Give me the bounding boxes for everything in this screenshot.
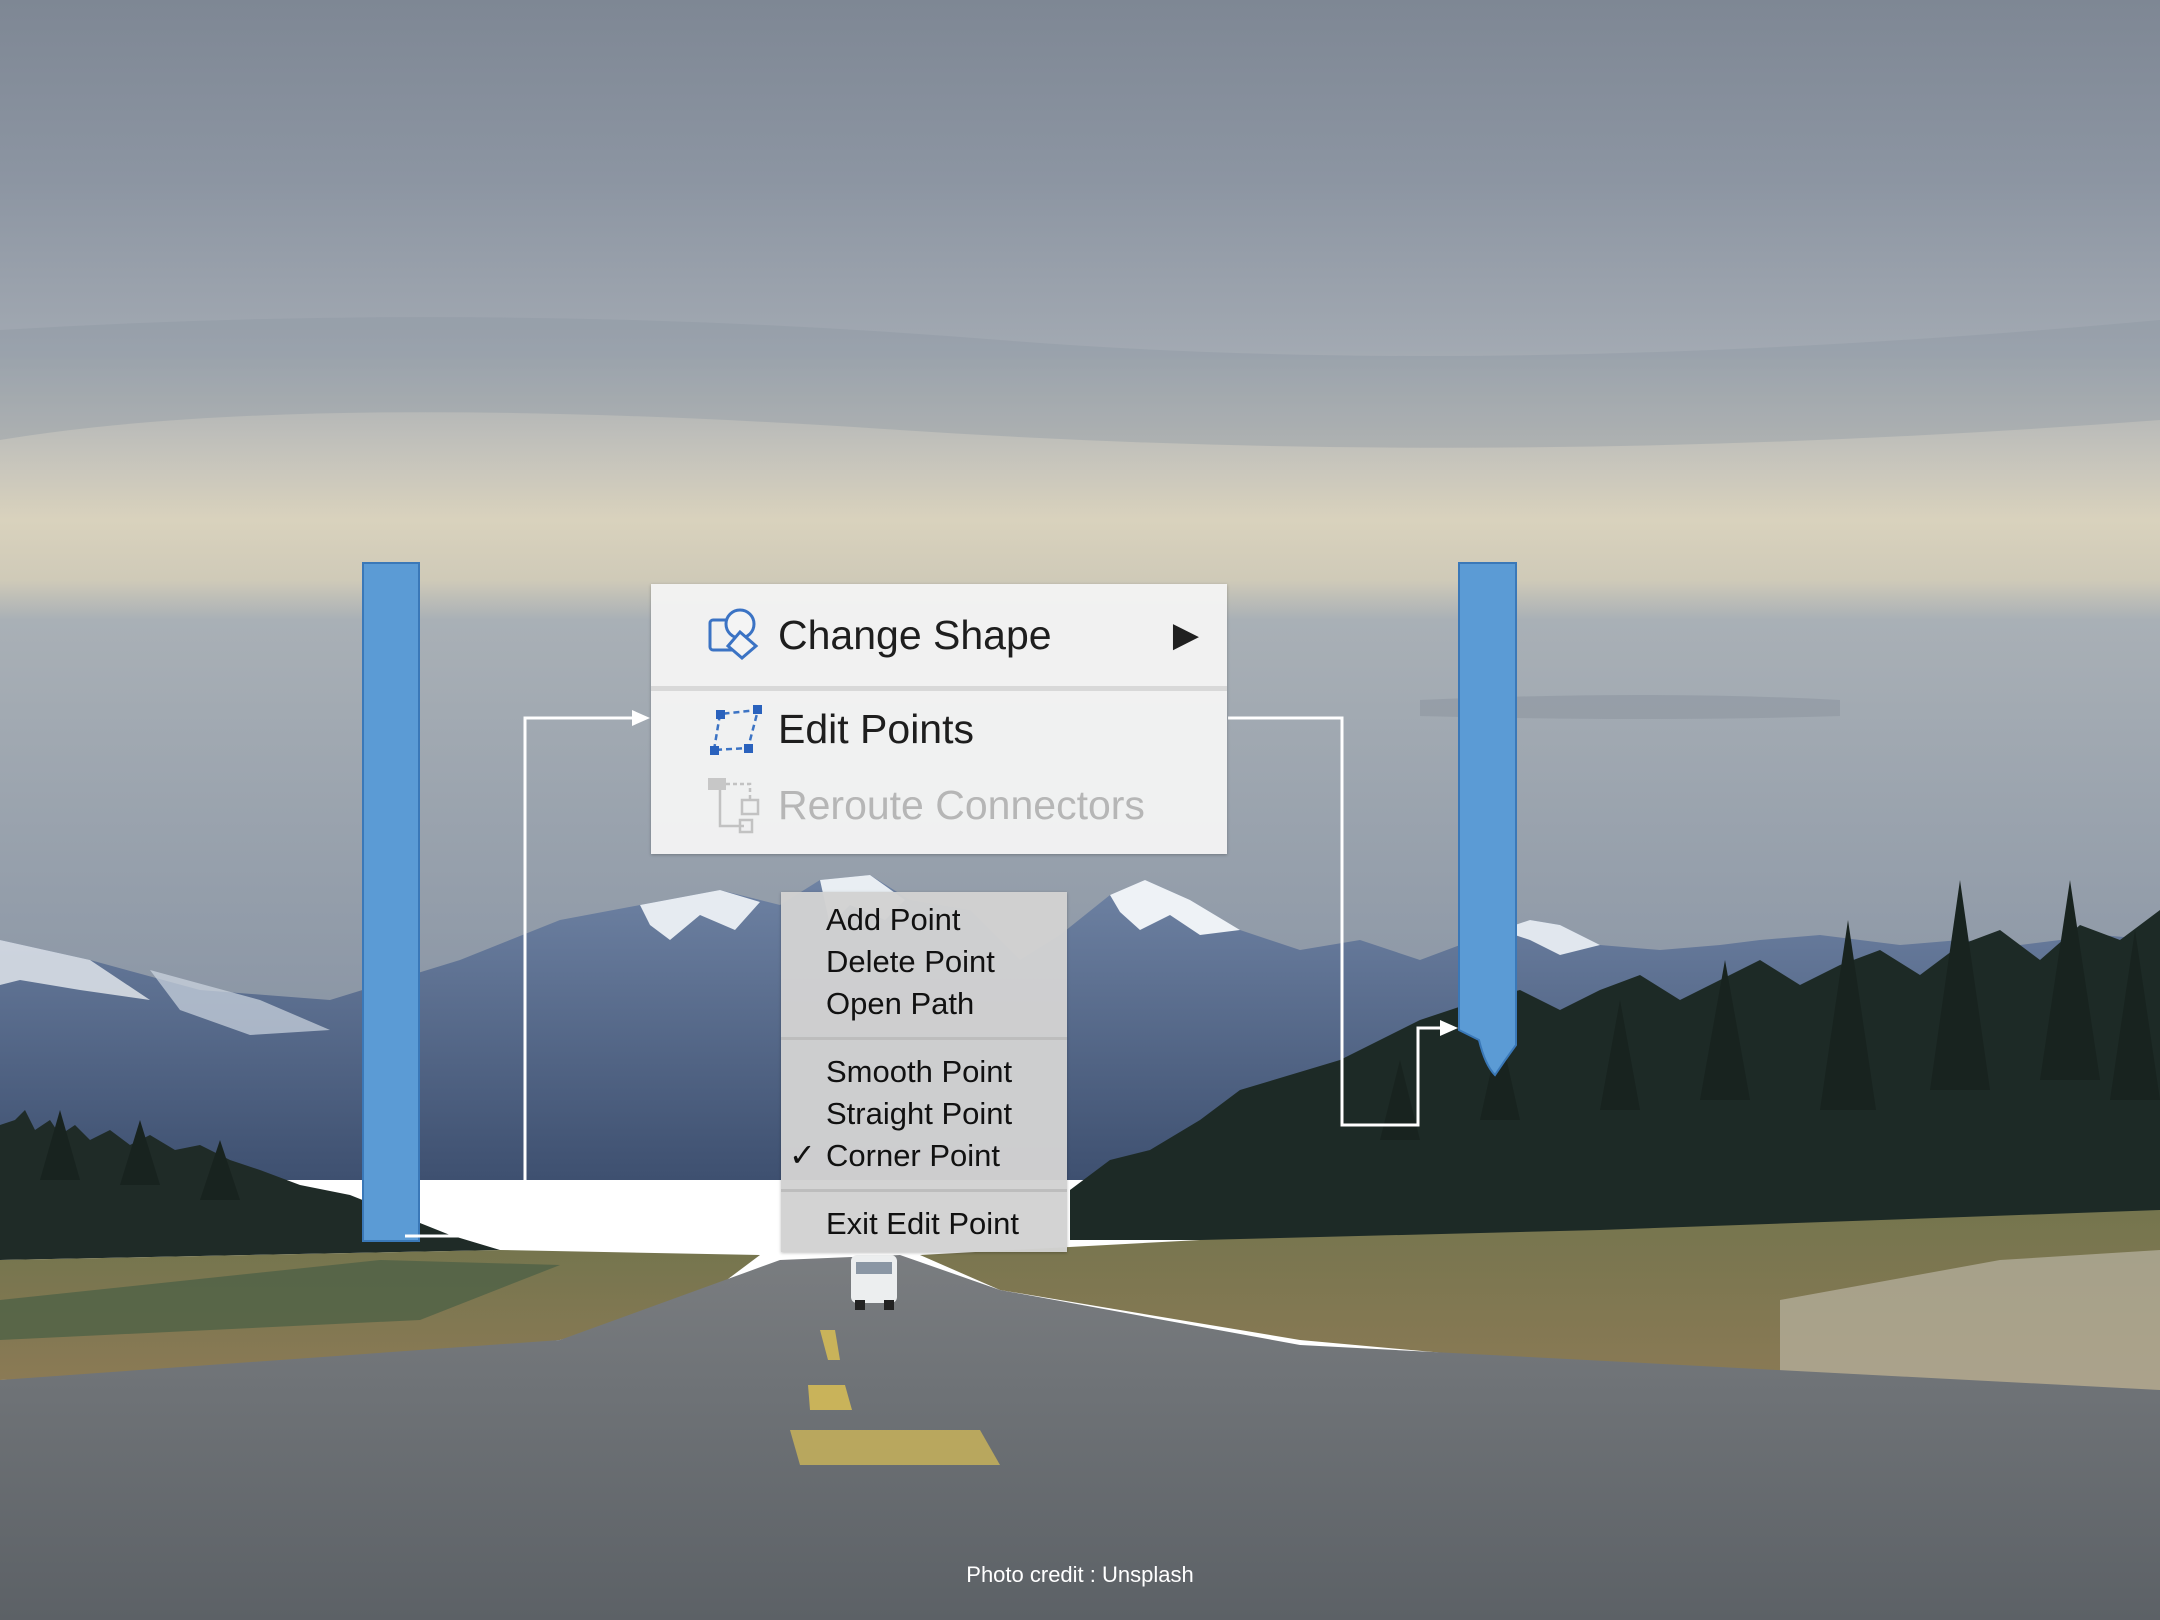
- edit-points-submenu: Add Point Delete Point Open Path Smooth …: [781, 892, 1067, 1252]
- menu-item-smooth-point[interactable]: Smooth Point: [826, 1054, 1012, 1090]
- photo-credit: Photo credit : Unsplash: [966, 1562, 1194, 1587]
- menu-separator: [651, 686, 1227, 691]
- menu-item-reroute-connectors: Reroute Connectors: [651, 770, 1227, 840]
- context-menu: Change Shape ▶ Edit Points Reroute Conne…: [651, 584, 1227, 854]
- change-shape-label: Change Shape: [778, 611, 1052, 658]
- menu-item-open-path[interactable]: Open Path: [826, 986, 974, 1022]
- shape-bar-right[interactable]: [1458, 562, 1517, 1077]
- menu-item-corner-point[interactable]: Corner Point: [826, 1138, 1000, 1174]
- menu-item-delete-point[interactable]: Delete Point: [826, 944, 995, 980]
- menu-item-add-point[interactable]: Add Point: [826, 902, 960, 938]
- menu-item-edit-points[interactable]: Edit Points: [651, 692, 1227, 766]
- submenu-arrow-icon: ▶: [1172, 616, 1199, 654]
- checkmark-icon: ✓: [789, 1137, 816, 1173]
- edit-points-label: Edit Points: [778, 705, 974, 752]
- reroute-connectors-label: Reroute Connectors: [778, 781, 1145, 828]
- menu-item-straight-point[interactable]: Straight Point: [826, 1096, 1012, 1132]
- submenu-separator: [781, 1037, 1067, 1040]
- shape-bar-left[interactable]: [362, 562, 420, 1242]
- reroute-connectors-icon: [708, 778, 760, 834]
- edit-points-icon: [710, 705, 762, 755]
- change-shape-icon: [708, 608, 759, 660]
- submenu-separator: [781, 1189, 1067, 1192]
- menu-item-exit-edit-point[interactable]: Exit Edit Point: [826, 1206, 1019, 1242]
- menu-item-change-shape[interactable]: Change Shape ▶: [651, 584, 1227, 686]
